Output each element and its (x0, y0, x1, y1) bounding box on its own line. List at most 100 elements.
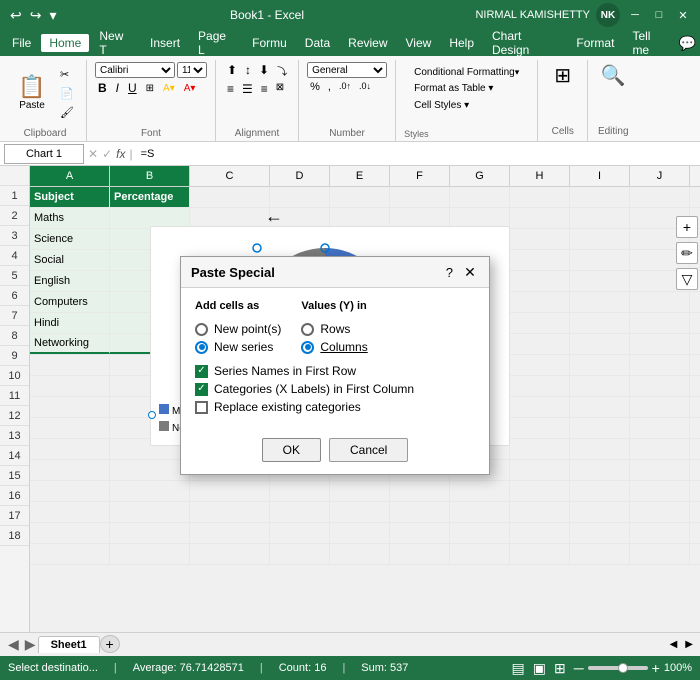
clipboard-label: Clipboard (24, 125, 67, 139)
format-as-table-button[interactable]: Format as Table ▾ (410, 81, 523, 96)
replace-categories-checkbox[interactable] (195, 401, 208, 414)
percent-button[interactable]: % (307, 80, 323, 94)
underline-button[interactable]: U (125, 80, 140, 96)
menu-format[interactable]: Format (568, 34, 622, 52)
number-row2: % , .0↑ .0↓ (307, 80, 374, 94)
align-middle-button[interactable]: ↕ (242, 62, 254, 79)
font-size-select[interactable]: 11 (177, 62, 207, 78)
comma-button[interactable]: , (325, 80, 334, 94)
columns-option[interactable]: Columns (301, 340, 367, 354)
sheet-tab-sheet1[interactable]: Sheet1 (38, 636, 100, 653)
menu-pagel[interactable]: Page L (190, 27, 242, 59)
zoom-thumb[interactable] (618, 663, 628, 673)
new-series-radio[interactable] (195, 341, 208, 354)
paste-button[interactable]: 📋 Paste (12, 74, 52, 113)
ok-button[interactable]: OK (262, 438, 321, 462)
columns-radio[interactable] (301, 341, 314, 354)
fill-color-button[interactable]: A▾ (160, 82, 178, 95)
menu-newt[interactable]: New T (91, 27, 140, 59)
dialog-close-button[interactable]: ✕ (461, 263, 479, 281)
minimize-button[interactable]: ─ (626, 6, 644, 24)
merge-button[interactable]: ⊠ (273, 81, 287, 97)
user-avatar[interactable]: NK (596, 3, 620, 27)
align-center-button[interactable]: ☰ (239, 81, 256, 97)
align-left-button[interactable]: ≡ (224, 81, 237, 97)
number-format-select[interactable]: General (307, 62, 387, 78)
increase-decimal-button[interactable]: .0↑ (336, 80, 354, 94)
decrease-decimal-button[interactable]: .0↓ (356, 80, 374, 94)
align-row2: ≡ ☰ ≡ ⊠ (224, 81, 287, 97)
wrap-text-button[interactable]: ⤵ (274, 62, 290, 79)
menu-view[interactable]: View (398, 34, 440, 52)
formula-cross-button[interactable]: ✕ (88, 147, 98, 161)
formula-input[interactable] (137, 144, 696, 164)
categories-checkbox[interactable]: ✓ (195, 383, 208, 396)
italic-button[interactable]: I (113, 80, 122, 96)
new-points-radio[interactable] (195, 323, 208, 336)
rows-radio[interactable] (301, 323, 314, 336)
add-cells-as-column: Add cells as New point(s) New series (195, 300, 281, 354)
align-right-button[interactable]: ≡ (258, 81, 271, 97)
menu-tell-me[interactable]: Tell me (624, 27, 674, 59)
zoom-level: 100% (664, 662, 692, 674)
menu-file[interactable]: File (4, 34, 39, 52)
bold-button[interactable]: B (95, 80, 110, 96)
align-bottom-button[interactable]: ⬇ (256, 62, 272, 79)
copy-button[interactable]: 📄 (56, 85, 78, 102)
qat-more-icon[interactable]: ▾ (47, 5, 58, 26)
cells-big-button[interactable]: ⊞ (548, 64, 578, 88)
editing-big-button[interactable]: 🔍 (597, 64, 630, 88)
rows-option[interactable]: Rows (301, 322, 367, 336)
format-table-label: Format as Table ▾ (414, 83, 493, 94)
clipboard-group: 📋 Paste ✂ 📄 🖌 Clipboard (4, 60, 87, 141)
series-names-checkbox-item[interactable]: ✓ Series Names in First Row (195, 364, 475, 378)
menu-insert[interactable]: Insert (142, 34, 188, 52)
fx-button[interactable]: fx (116, 147, 125, 161)
new-series-option[interactable]: New series (195, 340, 281, 354)
scroll-right-button[interactable]: ▶ (682, 639, 696, 650)
zoom-slider[interactable] (588, 666, 648, 670)
view-page-layout-icon[interactable]: ▣ (533, 660, 546, 677)
sheet-left-arrow[interactable]: ◀ (4, 636, 23, 653)
close-button[interactable]: ✕ (674, 6, 692, 24)
menu-review[interactable]: Review (340, 34, 395, 52)
ribbon: 📋 Paste ✂ 📄 🖌 Clipboard Calibri 11 B I U… (0, 56, 700, 142)
share-icon[interactable]: 💬 (679, 35, 696, 52)
menu-chart-design[interactable]: Chart Design (484, 27, 566, 59)
dialog-help-button[interactable]: ? (446, 265, 453, 280)
status-text: Select destinatio... (8, 662, 98, 674)
name-box[interactable] (4, 144, 84, 164)
zoom-out-button[interactable]: ─ (574, 660, 584, 676)
menu-help[interactable]: Help (441, 34, 482, 52)
cancel-button[interactable]: Cancel (329, 438, 408, 462)
categories-label: Categories (X Labels) in First Column (214, 382, 414, 396)
cut-button[interactable]: ✂ (56, 66, 78, 83)
border-button[interactable]: ⊞ (143, 82, 157, 95)
sheet-right-arrow[interactable]: ▶ (23, 636, 38, 653)
format-painter-button[interactable]: 🖌 (56, 104, 78, 121)
font-name-select[interactable]: Calibri (95, 62, 175, 78)
add-sheet-button[interactable]: + (100, 635, 120, 653)
view-page-break-icon[interactable]: ⊞ (554, 660, 566, 677)
alignment-group: ⬆ ↕ ⬇ ⤵ ≡ ☰ ≡ ⊠ Alignment (216, 60, 299, 141)
align-top-button[interactable]: ⬆ (224, 62, 240, 79)
cell-styles-button[interactable]: Cell Styles ▾ (410, 98, 523, 113)
menu-formu[interactable]: Formu (244, 34, 295, 52)
replace-categories-checkbox-item[interactable]: Replace existing categories (195, 400, 475, 414)
undo-icon[interactable]: ↩ (8, 5, 24, 26)
scroll-left-button[interactable]: ◀ (667, 639, 681, 650)
conditional-formatting-button[interactable]: Conditional Formatting ▾ (410, 66, 523, 79)
cells-group: ⊞ Cells (538, 60, 588, 141)
formula-check-button[interactable]: ✓ (102, 147, 112, 161)
view-normal-icon[interactable]: ▤ (512, 660, 525, 677)
menu-home[interactable]: Home (41, 34, 89, 52)
zoom-in-button[interactable]: + (652, 660, 660, 676)
styles-group: Conditional Formatting ▾ Format as Table… (396, 60, 538, 141)
font-color-button[interactable]: A▾ (181, 82, 199, 95)
new-points-option[interactable]: New point(s) (195, 322, 281, 336)
categories-checkbox-item[interactable]: ✓ Categories (X Labels) in First Column (195, 382, 475, 396)
redo-icon[interactable]: ↪ (28, 5, 44, 26)
maximize-button[interactable]: □ (650, 6, 668, 24)
series-names-checkbox[interactable]: ✓ (195, 365, 208, 378)
menu-data[interactable]: Data (297, 34, 338, 52)
